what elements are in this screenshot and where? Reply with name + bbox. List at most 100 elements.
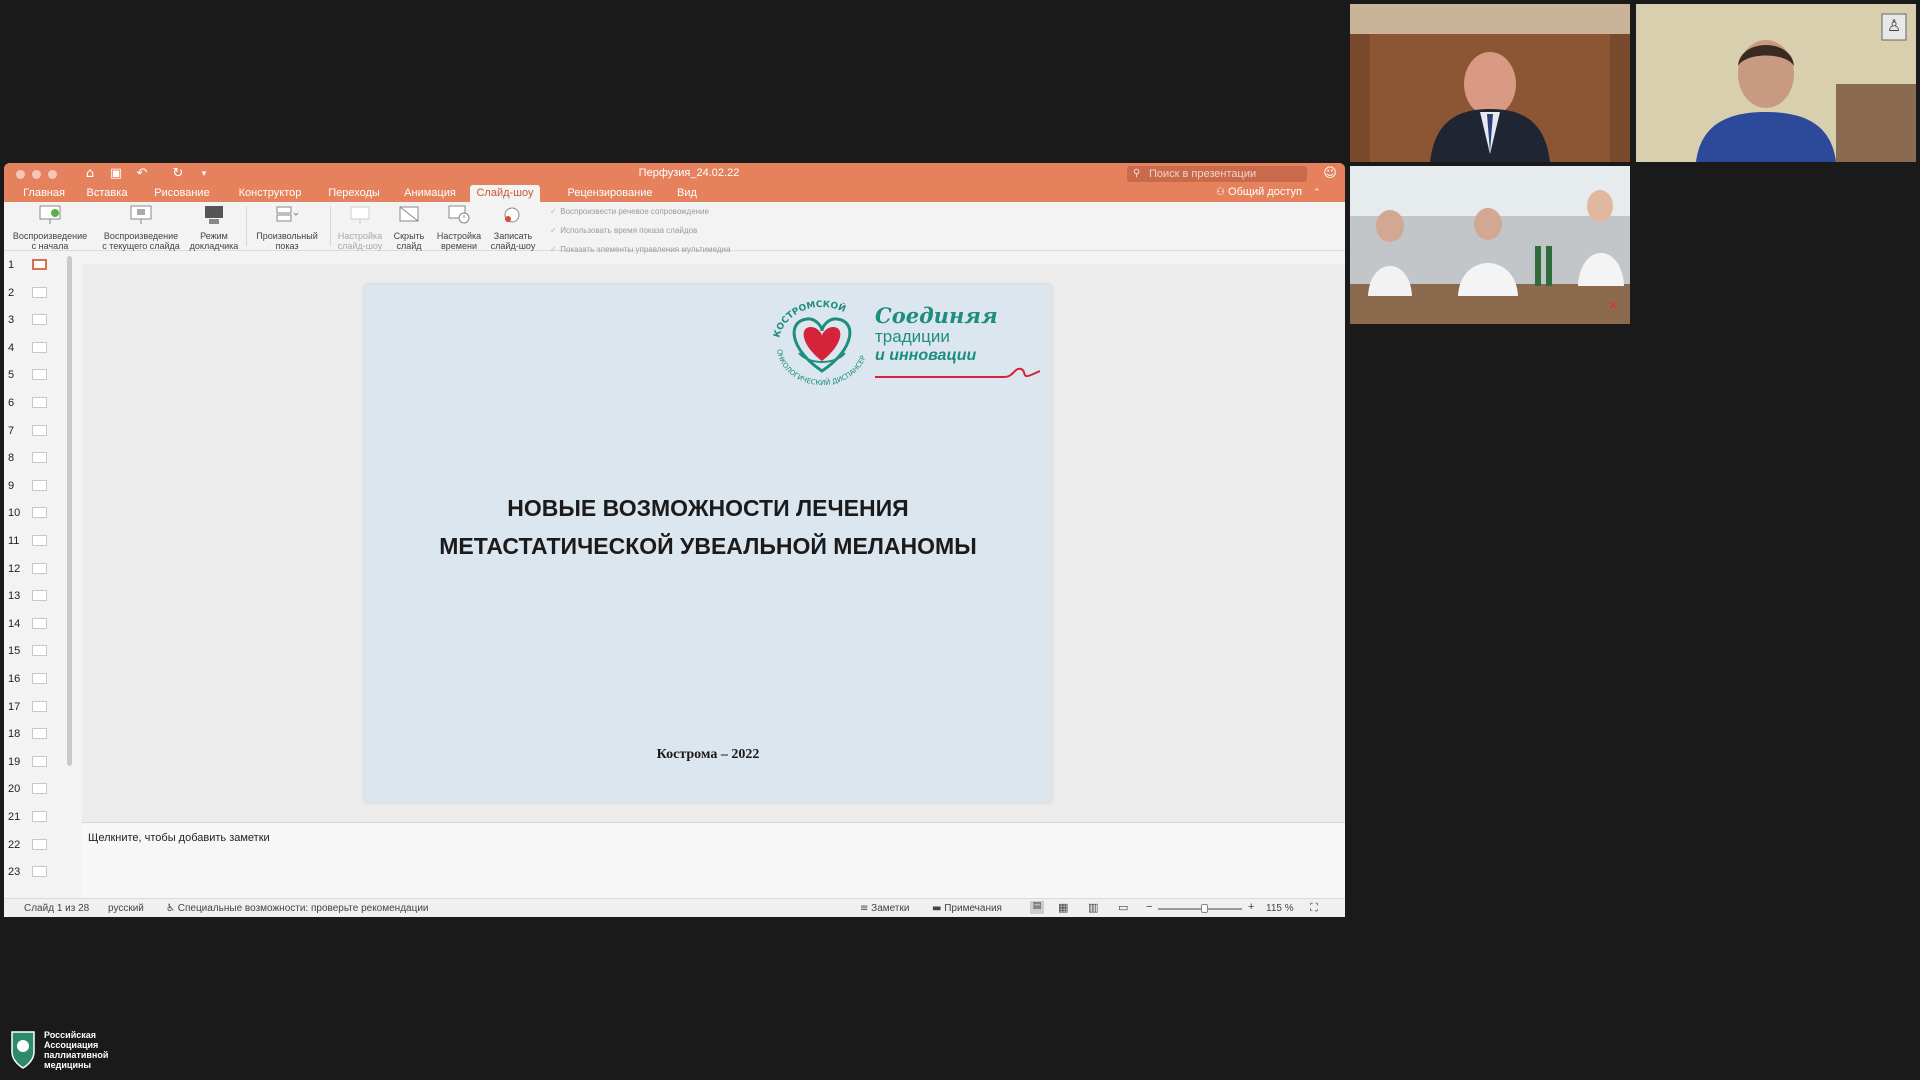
slide-thumbnail[interactable]: 13 bbox=[4, 583, 74, 611]
home-icon[interactable]: ⌂ bbox=[82, 167, 98, 181]
slide-thumbnail[interactable]: 23 bbox=[4, 859, 74, 884]
slide-thumbnail-image[interactable] bbox=[32, 617, 47, 629]
record-slideshow-button[interactable]: Записать слайд-шоу bbox=[486, 204, 540, 251]
slide-thumbnail[interactable]: 9 bbox=[4, 473, 74, 501]
slide-thumbnail[interactable]: 7 bbox=[4, 418, 74, 446]
checkbox-timings[interactable]: ✓ Использовать время показа слайдов bbox=[550, 226, 697, 235]
presenter-view-button[interactable]: Режим докладчика bbox=[186, 204, 242, 251]
notes-toggle-button[interactable]: ≡ Заметки bbox=[860, 903, 909, 914]
slide-thumbnail[interactable]: 2 bbox=[4, 280, 74, 308]
redo-icon[interactable]: ↻ bbox=[170, 167, 186, 181]
checkbox-media-controls[interactable]: ✓ Показать элементы управления мультимед… bbox=[550, 245, 730, 254]
close-window-button[interactable] bbox=[16, 170, 25, 179]
slide-thumbnail[interactable]: 18 bbox=[4, 721, 74, 749]
notes-placeholder[interactable]: Щелкните, чтобы добавить заметки bbox=[88, 832, 270, 844]
play-from-current-button[interactable]: Воспроизведение с текущего слайда bbox=[98, 204, 184, 251]
slide-thumbnail-image[interactable] bbox=[32, 673, 47, 684]
slide-thumbnail[interactable]: 19 bbox=[4, 749, 74, 777]
video-tile-participant-1[interactable] bbox=[1350, 4, 1630, 162]
accessibility-check[interactable]: ♿ Специальные возможности: проверьте рек… bbox=[166, 903, 429, 914]
slide-thumbnail-image[interactable] bbox=[32, 535, 47, 546]
slide-thumbnail-image[interactable] bbox=[32, 590, 47, 602]
slide-thumbnail[interactable]: 20 bbox=[4, 776, 74, 804]
slide-thumbnail-image[interactable] bbox=[32, 755, 47, 767]
normal-view-icon[interactable]: ▤ bbox=[1030, 901, 1044, 914]
zoom-slider-thumb[interactable] bbox=[1201, 904, 1209, 913]
collapse-ribbon-icon[interactable]: ⌃ bbox=[1313, 188, 1321, 198]
current-slide[interactable]: КОСТРОМСКОЙ ОНКОЛОГИЧЕСКИЙ ДИСПАНСЕР Сое… bbox=[365, 285, 1051, 802]
slide-thumbnail[interactable]: 10 bbox=[4, 500, 74, 528]
setup-slideshow-button[interactable]: Настройка слайд-шоу bbox=[334, 204, 386, 251]
play-from-start-button[interactable]: Воспроизведение с начала bbox=[10, 204, 90, 251]
checkbox-narrations[interactable]: ✓ Воспроизвести речевое сопровождение bbox=[550, 207, 709, 216]
fit-to-window-icon[interactable]: ⛶ bbox=[1310, 901, 1318, 915]
customize-toolbar-icon[interactable]: ▾ bbox=[196, 167, 212, 181]
slide-thumbnail-image[interactable] bbox=[32, 783, 47, 795]
tab-transitions[interactable]: Переходы bbox=[322, 185, 386, 202]
profile-icon[interactable]: ☺ bbox=[1322, 166, 1338, 182]
search-input[interactable]: ⚲ Поиск в презентации bbox=[1127, 166, 1307, 182]
reading-view-icon[interactable]: ▥ bbox=[1088, 901, 1098, 914]
slide-thumbnail-image[interactable] bbox=[32, 314, 47, 326]
slide-thumbnail-image[interactable] bbox=[32, 700, 47, 712]
thumbnails-scrollbar[interactable] bbox=[67, 256, 72, 766]
slide-thumbnail[interactable]: 3 bbox=[4, 307, 74, 335]
rehearse-timings-button[interactable]: Настройка времени bbox=[432, 204, 486, 251]
tab-slideshow[interactable]: Слайд-шоу bbox=[470, 185, 540, 202]
slide-thumbnail-image[interactable] bbox=[32, 397, 47, 408]
tab-home[interactable]: Главная bbox=[18, 185, 70, 202]
slide-thumbnail[interactable]: 6 bbox=[4, 390, 74, 418]
zoom-in-button[interactable]: + bbox=[1248, 901, 1254, 913]
zoom-out-button[interactable]: − bbox=[1146, 901, 1152, 913]
tab-view[interactable]: Вид bbox=[672, 185, 702, 202]
comments-toggle-button[interactable]: ▬ Примечания bbox=[932, 903, 1002, 914]
slide-thumbnail[interactable]: 4 bbox=[4, 335, 74, 363]
tab-draw[interactable]: Рисование bbox=[150, 185, 214, 202]
slide-thumbnail[interactable]: 12 bbox=[4, 556, 74, 584]
slide-thumbnail[interactable]: 1 bbox=[4, 252, 74, 280]
tab-animation[interactable]: Анимация bbox=[398, 185, 462, 202]
slide-thumbnail-image[interactable] bbox=[32, 424, 47, 436]
slide-thumbnail-image[interactable] bbox=[32, 479, 47, 491]
slide-thumbnail-image[interactable] bbox=[32, 811, 47, 822]
minimize-window-button[interactable] bbox=[32, 170, 41, 179]
tab-review[interactable]: Рецензирование bbox=[560, 185, 660, 202]
slide-thumbnail-image[interactable] bbox=[32, 866, 47, 878]
language-indicator[interactable]: русский bbox=[108, 903, 144, 914]
slide-thumbnail-image[interactable] bbox=[32, 728, 47, 740]
slide-thumbnail[interactable]: 8 bbox=[4, 445, 74, 473]
zoom-window-button[interactable] bbox=[48, 170, 57, 179]
slide-thumbnail-image[interactable] bbox=[32, 286, 47, 298]
slide-thumbnail[interactable]: 14 bbox=[4, 611, 74, 639]
notes-pane[interactable]: Щелкните, чтобы добавить заметки bbox=[82, 822, 1345, 898]
tab-insert[interactable]: Вставка bbox=[82, 185, 132, 202]
slide-thumbnail-image[interactable] bbox=[32, 838, 47, 850]
slide-thumbnail-image[interactable] bbox=[32, 562, 47, 574]
slide-thumbnail[interactable]: 22 bbox=[4, 832, 74, 860]
tab-design[interactable]: Конструктор bbox=[232, 185, 308, 202]
undo-icon[interactable]: ↶ bbox=[134, 167, 150, 181]
save-icon[interactable]: ▣ bbox=[108, 167, 124, 181]
video-tile-participant-3[interactable]: ✕ bbox=[1350, 166, 1630, 324]
slide-thumbnail[interactable]: 21 bbox=[4, 804, 74, 832]
share-label: Общий доступ bbox=[1228, 186, 1302, 198]
slide-thumbnail[interactable]: 11 bbox=[4, 528, 74, 556]
custom-show-button[interactable]: Произвольный показ bbox=[252, 204, 322, 251]
video-tile-participant-2[interactable]: ♙ bbox=[1636, 4, 1916, 162]
slide-thumbnail-image[interactable] bbox=[32, 645, 47, 657]
slide-thumbnail[interactable]: 5 bbox=[4, 362, 74, 390]
slide-sorter-icon[interactable]: ▦ bbox=[1058, 901, 1068, 914]
slide-thumbnail-image[interactable] bbox=[32, 452, 47, 464]
slide-thumbnail[interactable]: 17 bbox=[4, 694, 74, 722]
slide-thumbnail-image[interactable] bbox=[32, 259, 47, 270]
slide-thumbnail-image[interactable] bbox=[32, 341, 47, 353]
slide-thumbnail-image[interactable] bbox=[32, 369, 47, 381]
hide-slide-button[interactable]: Скрыть слайд bbox=[388, 204, 430, 251]
share-button[interactable]: ⚇ Общий доступ ⌃ bbox=[1216, 186, 1321, 198]
slide-thumbnail-image[interactable] bbox=[32, 507, 47, 519]
zoom-level[interactable]: 115 % bbox=[1266, 903, 1294, 914]
slide-thumbnail[interactable]: 15 bbox=[4, 638, 74, 666]
slideshow-view-icon[interactable]: ▭ bbox=[1118, 901, 1128, 914]
zoom-slider[interactable] bbox=[1158, 908, 1242, 910]
slide-thumbnail[interactable]: 16 bbox=[4, 666, 74, 694]
